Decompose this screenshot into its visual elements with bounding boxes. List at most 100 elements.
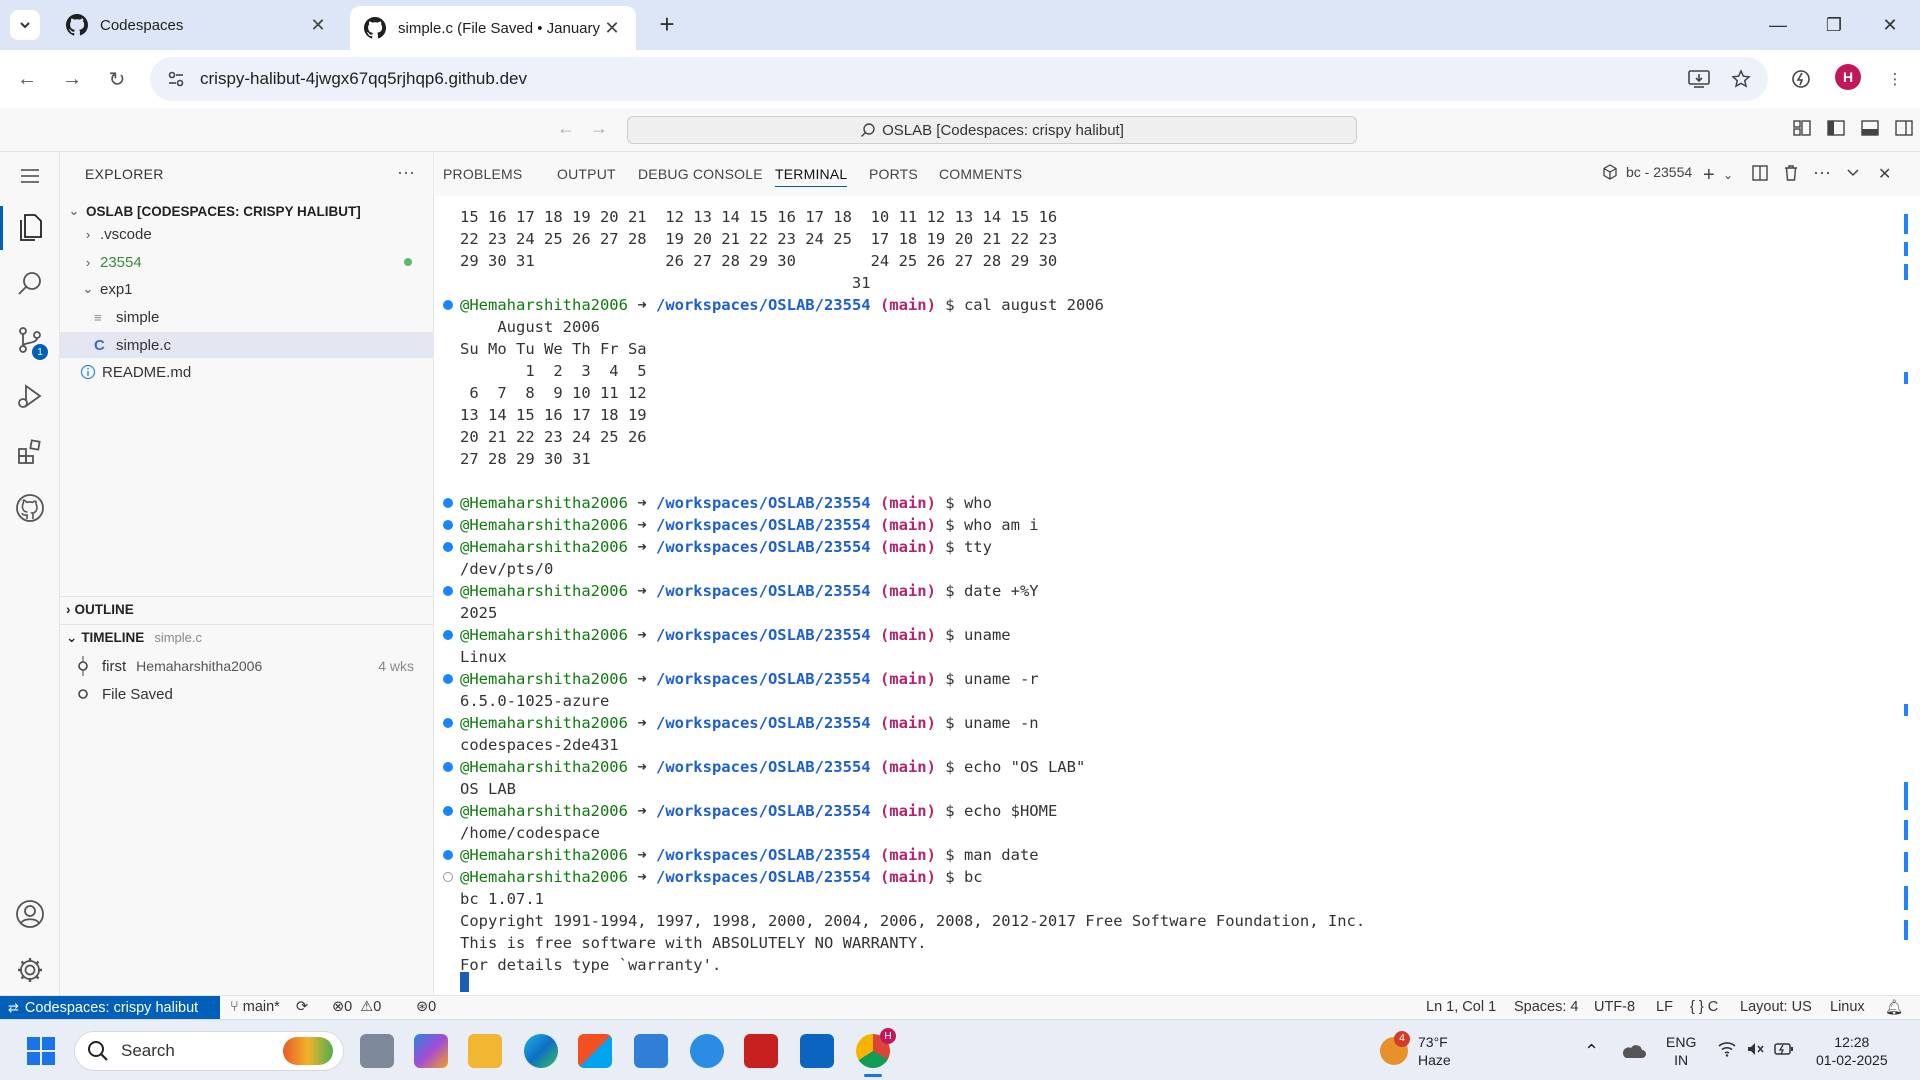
copilot-icon[interactable] [414, 1034, 448, 1068]
chevron-down-icon[interactable] [1845, 164, 1861, 180]
weather-widget[interactable]: 4 73°F Haze [1380, 1020, 1451, 1080]
new-terminal-button[interactable]: + [1703, 164, 1715, 187]
tab-terminal[interactable]: TERMINAL [775, 166, 848, 187]
command-decoration-icon[interactable] [443, 718, 453, 728]
customize-layout-icon[interactable] [1792, 118, 1812, 138]
keyboard-layout[interactable]: Layout: US [1740, 999, 1812, 1015]
close-tab-button[interactable]: ✕ [308, 15, 328, 36]
close-panel-icon[interactable]: ✕ [1878, 164, 1891, 184]
more-actions-icon[interactable]: ··· [397, 162, 415, 183]
browser-tab-simple-c[interactable]: simple.c (File Saved • January 2… ✕ [350, 6, 636, 50]
remote-indicator[interactable]: ⇄ Codespaces: crispy halibut [0, 996, 220, 1020]
outline-section[interactable]: › OUTLINE [60, 596, 434, 622]
command-decoration-icon[interactable] [443, 674, 453, 684]
tab-comments[interactable]: COMMENTS [939, 166, 1022, 182]
tree-item-vscode[interactable]: › .vscode [60, 221, 434, 247]
indentation[interactable]: Spaces: 4 [1514, 999, 1579, 1015]
timeline-section[interactable]: ⌄ TIMELINE simple.c [60, 624, 434, 650]
terminal-selector[interactable]: bc - 23554 [1602, 164, 1692, 180]
more-actions-icon[interactable]: ··· [1813, 162, 1831, 183]
edge-icon[interactable] [524, 1034, 558, 1068]
browser-menu-icon[interactable]: ⋮ [1880, 64, 1910, 94]
os-indicator[interactable]: Linux [1830, 999, 1865, 1015]
install-app-icon[interactable] [1684, 64, 1714, 94]
cursor-position[interactable]: Ln 1, Col 1 [1426, 999, 1496, 1015]
toggle-secondary-sidebar-icon[interactable] [1894, 118, 1914, 138]
toggle-panel-icon[interactable] [1860, 118, 1880, 138]
profile-avatar[interactable]: H [1835, 64, 1861, 90]
command-decoration-icon[interactable] [443, 300, 453, 310]
command-decoration-icon[interactable] [443, 498, 453, 508]
tree-item-simple-c[interactable]: C simple.c [60, 332, 434, 358]
command-decoration-icon[interactable] [443, 762, 453, 772]
clock[interactable]: 12:28 01-02-2025 [1816, 1020, 1888, 1080]
command-center[interactable]: OSLAB [Codespaces: crispy halibut] [627, 116, 1357, 144]
chrome-icon[interactable]: H [856, 1028, 896, 1077]
tree-item-readme[interactable]: README.md [60, 359, 434, 385]
chevron-up-icon[interactable]: ⌃ [1584, 1020, 1599, 1080]
command-running-icon[interactable] [443, 872, 453, 882]
language-indicator[interactable]: ENG IN [1666, 1020, 1696, 1080]
new-tab-button[interactable]: + [652, 10, 682, 40]
accounts-icon[interactable] [0, 886, 60, 942]
minimize-button[interactable]: — [1750, 0, 1806, 50]
windows-start-icon[interactable] [24, 1034, 58, 1068]
sync-icon[interactable]: ⟳ [296, 999, 308, 1015]
encoding[interactable]: UTF-8 [1594, 999, 1635, 1015]
back-button[interactable]: ← [12, 64, 42, 94]
language-mode[interactable]: { } C [1690, 999, 1718, 1015]
store-icon[interactable] [578, 1034, 612, 1068]
toggle-primary-sidebar-icon[interactable] [1826, 118, 1846, 138]
site-settings-icon[interactable] [164, 70, 188, 88]
mylib-icon[interactable] [634, 1034, 668, 1068]
timeline-entry[interactable]: first Hemaharshitha2006 4 wks [60, 652, 434, 680]
address-bar[interactable]: crispy-halibut-4jwgx67qq5rjhqp6.github.d… [150, 57, 1768, 101]
task-view-icon[interactable] [360, 1034, 394, 1068]
browser-tab-codespaces[interactable]: Codespaces ✕ [52, 6, 342, 44]
file-explorer-icon[interactable] [468, 1034, 502, 1068]
mcafee-icon[interactable] [744, 1034, 778, 1068]
bookmark-star-icon[interactable] [1726, 64, 1756, 94]
manage-gear-icon[interactable] [0, 942, 60, 998]
tab-problems[interactable]: PROBLEMS [443, 166, 522, 182]
command-decoration-icon[interactable] [443, 586, 453, 596]
tree-item-exp1[interactable]: ⌄ exp1 [60, 276, 434, 302]
bell-icon[interactable]: 🔔︎ [1885, 999, 1903, 1016]
go-forward-icon[interactable]: → [590, 118, 608, 139]
taskbar-search[interactable]: Search [74, 1031, 344, 1071]
outlook-icon[interactable] [800, 1034, 834, 1068]
tab-output[interactable]: OUTPUT [557, 166, 616, 182]
terminal-output[interactable]: 15 16 17 18 19 20 21 12 13 14 15 16 17 1… [435, 196, 1920, 995]
menu-icon[interactable] [16, 166, 44, 186]
command-decoration-icon[interactable] [443, 806, 453, 816]
command-decoration-icon[interactable] [443, 520, 453, 530]
command-decoration-icon[interactable] [443, 630, 453, 640]
tab-debug-console[interactable]: DEBUG CONSOLE [638, 166, 763, 182]
command-decoration-icon[interactable] [443, 542, 453, 552]
go-back-icon[interactable]: ← [557, 118, 575, 139]
quick-settings[interactable] [1718, 1020, 1794, 1080]
github-icon[interactable] [0, 480, 60, 536]
ports-indicator[interactable]: ⊛0 [416, 999, 436, 1015]
tab-ports[interactable]: PORTS [869, 166, 918, 182]
trash-icon[interactable] [1782, 164, 1800, 182]
source-control-icon[interactable]: 1 [0, 312, 60, 368]
extensions-icon[interactable] [1786, 64, 1816, 94]
help-icon[interactable] [690, 1034, 724, 1068]
restore-button[interactable]: ❐ [1806, 0, 1862, 50]
branch-indicator[interactable]: ⑂ main* [230, 999, 280, 1015]
reload-button[interactable]: ↻ [102, 64, 132, 94]
command-decoration-icon[interactable] [443, 850, 453, 860]
timeline-entry[interactable]: File Saved [60, 680, 434, 708]
chevron-down-icon[interactable]: ⌄ [1723, 168, 1733, 182]
close-window-button[interactable]: ✕ [1862, 0, 1918, 50]
end-of-line[interactable]: LF [1656, 999, 1673, 1015]
onedrive-icon[interactable] [1620, 1020, 1646, 1080]
close-tab-button[interactable]: ✕ [602, 18, 622, 39]
split-terminal-icon[interactable] [1751, 164, 1769, 182]
problems-indicator[interactable]: ⊗0 ⚠0 [332, 999, 381, 1015]
tab-search-button[interactable] [10, 10, 40, 40]
explorer-icon[interactable] [0, 200, 60, 256]
extensions-icon[interactable] [0, 424, 60, 480]
tree-item-simple[interactable]: ≡ simple [60, 304, 434, 330]
